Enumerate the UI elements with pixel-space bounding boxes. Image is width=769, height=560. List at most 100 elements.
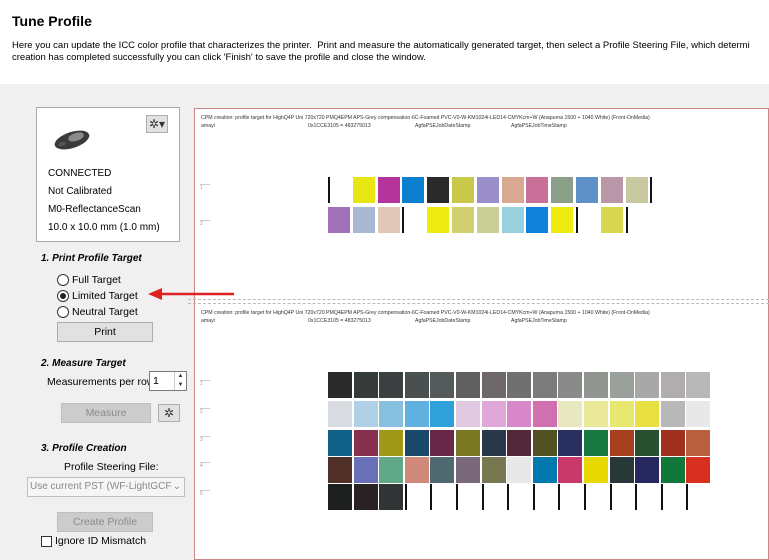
color-patch: [660, 457, 685, 483]
calibration-status: Not Calibrated: [48, 186, 112, 197]
color-patch: [379, 401, 404, 427]
target2-id: 0x1CCE3105 = 483275013: [308, 318, 371, 324]
color-patch: [404, 401, 429, 427]
color-patch: [427, 207, 450, 233]
target-separator: [188, 303, 769, 304]
print-section-heading: 1. Print Profile Target: [41, 253, 142, 264]
color-patch: [609, 484, 634, 510]
radio-label: Neutral Target: [72, 306, 138, 318]
row-number: 2: [200, 220, 210, 227]
color-patch: [558, 401, 583, 427]
color-patch: [352, 207, 375, 233]
color-patch: [404, 372, 429, 398]
color-patch: [551, 177, 574, 203]
measure-settings-button[interactable]: ✲: [158, 404, 180, 422]
color-patch: [686, 484, 711, 510]
chevron-down-icon: ⌄: [172, 481, 181, 492]
row-number: 2: [200, 408, 210, 415]
color-patch: [576, 177, 598, 203]
annotation-arrow: [148, 288, 234, 300]
color-patch: [379, 457, 404, 483]
checkbox-box[interactable]: [41, 535, 52, 547]
radio-limited-target[interactable]: Limited Target: [57, 289, 138, 303]
per-row-spinner[interactable]: 1 ▲ ▼: [149, 371, 187, 391]
color-patch: [328, 484, 352, 510]
color-patch: [456, 457, 480, 483]
color-patch: [507, 430, 532, 456]
color-patch: [609, 401, 634, 427]
radio-neutral-target[interactable]: Neutral Target: [57, 305, 138, 319]
radio-circle-selected[interactable]: [57, 290, 69, 302]
color-patch: [430, 401, 455, 427]
color-patch: [532, 372, 557, 398]
color-patch: [328, 430, 352, 456]
measure-button[interactable]: Measure: [61, 403, 151, 423]
target1-time-stamp: AgfaPSEJobTimeStamp: [511, 123, 567, 129]
color-patch: [686, 372, 711, 398]
color-patch: [402, 207, 425, 233]
page-title: Tune Profile: [12, 13, 92, 29]
color-patch: [532, 430, 557, 456]
color-patch: [430, 484, 455, 510]
target2-time-stamp: AgfaPSEJobTimeStamp: [511, 318, 567, 324]
color-patch: [686, 401, 711, 427]
create-profile-button[interactable]: Create Profile: [57, 512, 153, 532]
color-patch: [328, 401, 352, 427]
per-row-label: Measurements per row: [47, 376, 155, 388]
target-separator: [188, 299, 769, 300]
gear-icon: ✲▾: [148, 117, 166, 131]
color-patch: [558, 430, 583, 456]
color-patch: [600, 177, 623, 203]
color-patch: [452, 177, 474, 203]
device-settings-button[interactable]: ✲▾: [146, 115, 168, 133]
color-patch: [377, 207, 400, 233]
color-patch: [353, 401, 378, 427]
color-patch: [456, 372, 480, 398]
color-patch: [625, 177, 648, 203]
gear-icon: ✲: [163, 406, 175, 420]
color-patch: [481, 457, 506, 483]
color-patch: [558, 372, 583, 398]
color-patch: [353, 430, 378, 456]
radio-full-target[interactable]: Full Target: [57, 273, 121, 287]
measure-section-heading: 2. Measure Target: [41, 358, 126, 369]
row-number: 1: [200, 380, 210, 387]
color-patch: [481, 401, 506, 427]
color-patch: [456, 484, 480, 510]
color-patch: [526, 177, 549, 203]
color-patch: [427, 177, 450, 203]
header: Tune Profile Here you can update the ICC…: [0, 0, 769, 84]
color-patch: [379, 484, 404, 510]
color-patch: [660, 430, 685, 456]
radio-circle[interactable]: [57, 306, 69, 318]
color-patch: [379, 372, 404, 398]
color-patch: [379, 430, 404, 456]
color-patch: [609, 457, 634, 483]
color-patch: [430, 372, 455, 398]
row-number: 1: [200, 184, 210, 191]
color-patch: [609, 430, 634, 456]
radio-label: Limited Target: [72, 290, 138, 302]
color-patch: [481, 372, 506, 398]
radio-circle[interactable]: [57, 274, 69, 286]
ignore-id-mismatch-checkbox[interactable]: Ignore ID Mismatch: [41, 535, 146, 547]
color-patch: [507, 401, 532, 427]
color-patch: [476, 207, 499, 233]
color-patch: [584, 401, 608, 427]
color-patch: [501, 177, 524, 203]
color-patch: [558, 484, 583, 510]
print-button[interactable]: Print: [57, 322, 153, 342]
color-patch: [660, 401, 685, 427]
color-patch: [501, 207, 524, 233]
steering-file-select[interactable]: Use current PST (WF-LightGCF ⌄: [27, 477, 185, 497]
tune-profile-window: Tune Profile Here you can update the ICC…: [0, 0, 769, 560]
spinner-arrows[interactable]: ▲ ▼: [174, 372, 186, 390]
color-patch: [481, 484, 506, 510]
color-patch: [328, 372, 352, 398]
spectrophotometer-icon: [54, 130, 90, 150]
color-patch: [526, 207, 549, 233]
color-patch: [328, 177, 350, 203]
color-patch: [430, 430, 455, 456]
color-patch: [328, 207, 350, 233]
color-patch: [353, 457, 378, 483]
